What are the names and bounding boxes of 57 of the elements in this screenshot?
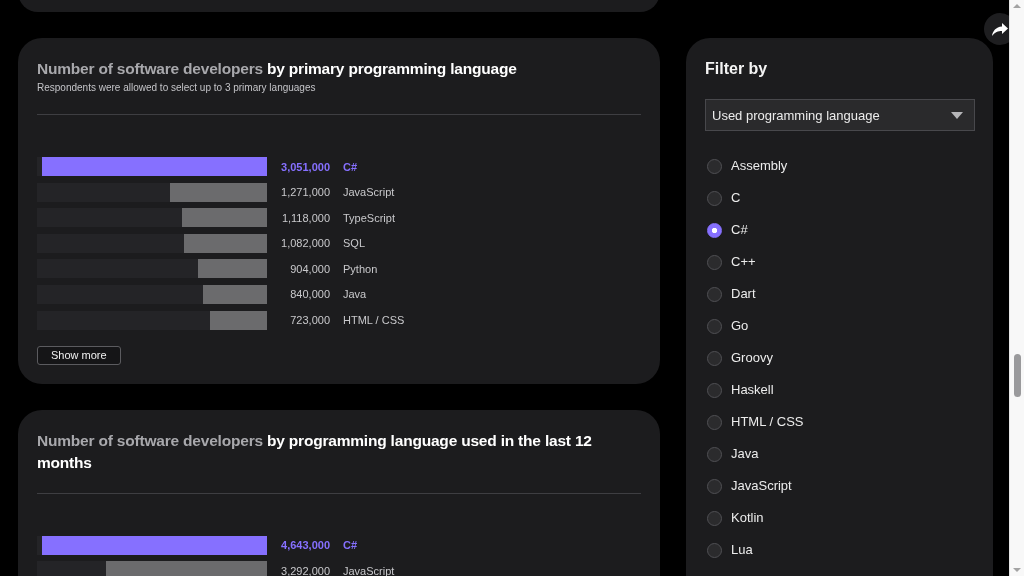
chart-subtitle: Respondents were allowed to select up to 3 primary languages bbox=[37, 81, 317, 95]
category-label: JavaScript bbox=[343, 185, 395, 200]
option-label[interactable]: HTML / CSS bbox=[731, 414, 804, 430]
share-button[interactable] bbox=[984, 13, 1009, 45]
value-label: 904,000 bbox=[289, 261, 330, 276]
radio-button[interactable] bbox=[707, 158, 722, 174]
category-label: TypeScript bbox=[343, 210, 395, 225]
down-triangle-icon[interactable] bbox=[1013, 568, 1021, 572]
option-label[interactable]: Dart bbox=[731, 286, 756, 302]
scrollbar[interactable] bbox=[1009, 0, 1024, 576]
category-label: Python bbox=[343, 261, 378, 276]
radio-button[interactable] bbox=[707, 350, 722, 366]
value-label: 3,051,000 bbox=[280, 159, 330, 174]
option-label[interactable]: Haskell bbox=[731, 382, 774, 398]
option-label[interactable]: C++ bbox=[731, 254, 756, 270]
value-label: 1,082,000 bbox=[280, 236, 330, 251]
option-label[interactable]: Go bbox=[731, 318, 749, 334]
radio-button[interactable] bbox=[707, 222, 722, 238]
option-label[interactable]: C bbox=[731, 190, 741, 206]
category-label: C# bbox=[343, 159, 358, 174]
radio-button[interactable] bbox=[707, 542, 722, 558]
radio-button[interactable] bbox=[707, 318, 722, 334]
caret-icon bbox=[951, 111, 963, 119]
scrollbar-thumb[interactable] bbox=[1013, 354, 1021, 397]
option-label[interactable]: Java bbox=[731, 446, 759, 462]
value-label: 3,292,000 bbox=[280, 563, 330, 576]
category-label: Java bbox=[343, 287, 367, 302]
radio-button[interactable] bbox=[707, 382, 722, 398]
category-label: HTML / CSS bbox=[343, 313, 405, 328]
option-label[interactable]: C# bbox=[731, 222, 748, 238]
option-label[interactable]: Kotlin bbox=[731, 510, 764, 526]
category-label: SQL bbox=[343, 236, 365, 251]
radio-button[interactable] bbox=[707, 254, 722, 270]
value-label: 723,000 bbox=[289, 313, 330, 328]
option-label[interactable]: Assembly bbox=[731, 158, 788, 174]
option-label[interactable]: JavaScript bbox=[731, 478, 792, 494]
radio-button[interactable] bbox=[707, 478, 722, 494]
value-label: 840,000 bbox=[289, 287, 330, 302]
option-label[interactable]: Groovy bbox=[731, 350, 773, 366]
value-label: 4,643,000 bbox=[280, 538, 330, 553]
category-label: C# bbox=[343, 538, 358, 553]
value-label: 1,118,000 bbox=[280, 210, 330, 225]
value-label: 1,271,000 bbox=[280, 185, 330, 200]
chart-title: Number of software developers by primary programming language bbox=[37, 59, 518, 79]
radio-button[interactable] bbox=[707, 286, 722, 302]
category-label: JavaScript bbox=[343, 563, 395, 576]
radio-button[interactable] bbox=[707, 190, 722, 206]
radio-button[interactable] bbox=[707, 446, 722, 462]
panel-title: Filter by bbox=[705, 59, 769, 79]
chart-title: Number of software developers by programming language used in the last 12 months bbox=[37, 430, 593, 473]
show-more-button[interactable]: Show more bbox=[37, 345, 121, 365]
radio-button[interactable] bbox=[707, 510, 722, 526]
option-label[interactable]: Lua bbox=[731, 542, 753, 558]
up-triangle-icon[interactable] bbox=[1013, 4, 1021, 8]
radio-button[interactable] bbox=[707, 414, 722, 430]
curved-arrow-icon bbox=[992, 22, 1008, 36]
dropdown[interactable]: Used programming language bbox=[705, 99, 975, 131]
